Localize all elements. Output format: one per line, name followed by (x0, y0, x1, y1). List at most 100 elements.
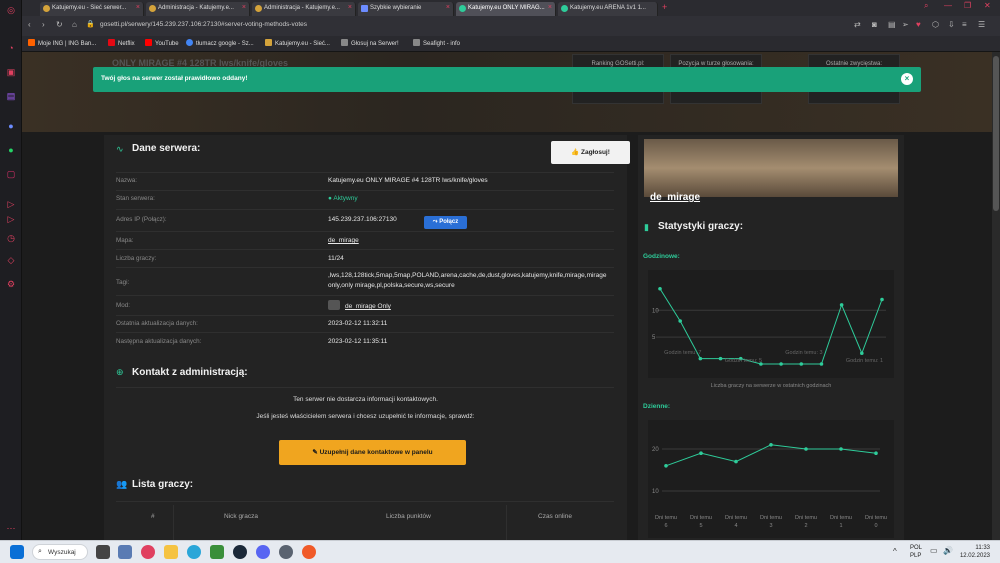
bookmark-vote[interactable]: Głosuj na Serwer! (341, 39, 399, 47)
twitch-icon[interactable]: ▤ (5, 90, 17, 102)
close-tab-icon[interactable]: × (136, 4, 140, 11)
search-tabs-icon[interactable]: ⌕ (924, 1, 928, 11)
map-name-link[interactable]: de_mirage (650, 192, 700, 203)
easy-setup-icon[interactable]: ≡ (962, 20, 967, 29)
tags-label: Tagi: (116, 279, 130, 286)
divider (116, 332, 614, 333)
vote-button[interactable]: 👍 Zagłosuj! (551, 141, 630, 164)
camera-icon[interactable]: ◙ (872, 20, 877, 29)
taskbar-search[interactable]: ⌕ Wyszukaj (32, 544, 88, 560)
restore-icon[interactable]: ❐ (964, 1, 971, 10)
status-label: Stan serwera: (116, 195, 155, 202)
bookmark-youtube[interactable]: YouTube (145, 39, 179, 47)
steam-icon[interactable] (233, 545, 247, 559)
tab-label: Katujemy.eu - Sieć serwer... (52, 5, 127, 11)
player2-icon[interactable]: ▷ (5, 213, 17, 225)
extensions-icon[interactable]: ⬡ (932, 20, 939, 29)
mod-value[interactable]: de_mirage Only (328, 300, 391, 310)
settings-icon[interactable]: ⚙ (5, 278, 17, 290)
home-icon[interactable]: ⌂ (72, 20, 77, 29)
bookmarks-bar: Moje ING | ING Ban... Netflix YouTube tł… (22, 36, 1000, 52)
bookmark-netflix[interactable]: Netflix (108, 39, 135, 47)
app2-icon[interactable] (279, 545, 293, 559)
data-point (819, 362, 824, 366)
forward-icon[interactable]: › (42, 20, 45, 29)
speed-dial-icon[interactable]: ◔ (5, 42, 17, 54)
close-window-icon[interactable]: ✕ (984, 1, 991, 10)
tab-4[interactable]: Szybkie wybieranie × (358, 2, 454, 16)
app3-icon[interactable] (302, 545, 316, 559)
alert-message: Twój głos na serwer został prawidłowo od… (101, 75, 248, 82)
minimize-icon[interactable]: — (944, 1, 952, 10)
reload-icon[interactable]: ↻ (56, 20, 63, 29)
tray-chevron-icon[interactable]: ^ (893, 547, 897, 556)
tab-6[interactable]: Katujemy.eu ARENA 1v1 1... (558, 2, 658, 16)
bookmark-seafight[interactable]: Seafight - info (413, 39, 460, 47)
heart-icon[interactable]: ♥ (916, 20, 921, 29)
task-view-icon[interactable] (96, 545, 110, 559)
menu-icon[interactable]: ☰ (978, 20, 985, 29)
translate-icon[interactable]: ⇄ (854, 20, 861, 29)
edge-icon[interactable] (187, 545, 201, 559)
whatsapp-icon[interactable]: ● (5, 144, 17, 156)
reader-icon[interactable]: ▤ (888, 20, 896, 29)
close-tab-icon[interactable]: × (446, 4, 450, 11)
close-tab-icon[interactable]: × (242, 4, 246, 11)
connect-button[interactable]: ⤳ Połącz (424, 216, 467, 229)
update-contact-button[interactable]: ✎ Uzupełnij dane kontaktowe w panelu (279, 440, 466, 465)
messenger-icon[interactable]: ● (5, 120, 17, 132)
favicon-icon (255, 5, 262, 12)
column-header-points: Liczba punktów (386, 513, 431, 520)
windows-start-icon[interactable] (10, 545, 24, 559)
history-icon[interactable]: ◷ (5, 232, 17, 244)
map-thumbnail[interactable] (644, 139, 898, 197)
divider (116, 172, 614, 173)
monitor-icon[interactable]: ▭ (930, 546, 938, 555)
download-icon[interactable]: ⇩ (948, 20, 955, 29)
opera-logo-icon[interactable]: ◎ (5, 4, 17, 16)
tab-label: Administracja - Katujemy.e... (264, 5, 340, 11)
cube-icon[interactable]: ◇ (5, 254, 17, 266)
mod-link[interactable]: de_mirage Only (345, 303, 391, 310)
scrollbar-thumb[interactable] (993, 56, 999, 211)
name-label: Nazwa: (116, 177, 137, 184)
player-icon[interactable]: ▷ (5, 198, 17, 210)
file-explorer-icon[interactable] (164, 545, 178, 559)
close-tab-icon[interactable]: × (348, 4, 352, 11)
google-icon (186, 39, 193, 46)
tab-3[interactable]: Administracja - Katujemy.e... × (252, 2, 356, 16)
bookmark-ing[interactable]: Moje ING | ING Ban... (28, 39, 96, 47)
url-field[interactable]: gosetti.pl/serwery/145.239.237.106:27130… (100, 21, 307, 28)
map-link[interactable]: de_mirage (328, 237, 359, 244)
lock-icon[interactable]: 🔒 (86, 20, 95, 28)
netflix-icon (108, 39, 115, 46)
discord-icon[interactable] (256, 545, 270, 559)
bookmark-katujemy[interactable]: Katujemy.eu - Sieć... (265, 39, 330, 47)
tab-1[interactable]: Katujemy.eu - Sieć serwer... × (40, 2, 144, 16)
clock[interactable]: 11:33 12.02.2023 (958, 544, 990, 560)
contact-section-title: Kontakt z administracją: (132, 367, 248, 378)
back-icon[interactable]: ‹ (28, 20, 31, 29)
x-tick-label: 6 (664, 523, 667, 529)
calculator-icon[interactable] (118, 545, 132, 559)
app-icon[interactable] (210, 545, 224, 559)
daily-label: Dzienne: (643, 403, 671, 410)
language-indicator[interactable]: POL PLP (910, 544, 922, 560)
opera-taskbar-icon[interactable] (141, 545, 155, 559)
update-contact-label: Uzupełnij dane kontaktowe w panelu (319, 449, 433, 456)
instagram-icon[interactable]: ▢ (5, 168, 17, 180)
data-point (779, 362, 783, 366)
divider (116, 209, 614, 210)
data-point (804, 447, 808, 451)
tab-2[interactable]: Administracja - Katujemy.e... × (146, 2, 250, 16)
bookmark-translate[interactable]: tłumacz google - Sz... (186, 39, 254, 47)
bag-icon[interactable]: ▣ (5, 66, 17, 78)
more-icon[interactable]: ⋯ (5, 522, 17, 534)
new-tab-icon[interactable]: + (662, 2, 667, 12)
clock-date: 12.02.2023 (959, 553, 990, 559)
send-icon[interactable]: ➢ (902, 20, 909, 29)
close-tab-icon[interactable]: × (548, 4, 552, 11)
volume-icon[interactable]: 🔊 (943, 546, 953, 555)
close-alert-icon[interactable]: × (901, 73, 913, 85)
tab-5-active[interactable]: Katujemy.eu ONLY MIRAG... × (456, 2, 556, 16)
